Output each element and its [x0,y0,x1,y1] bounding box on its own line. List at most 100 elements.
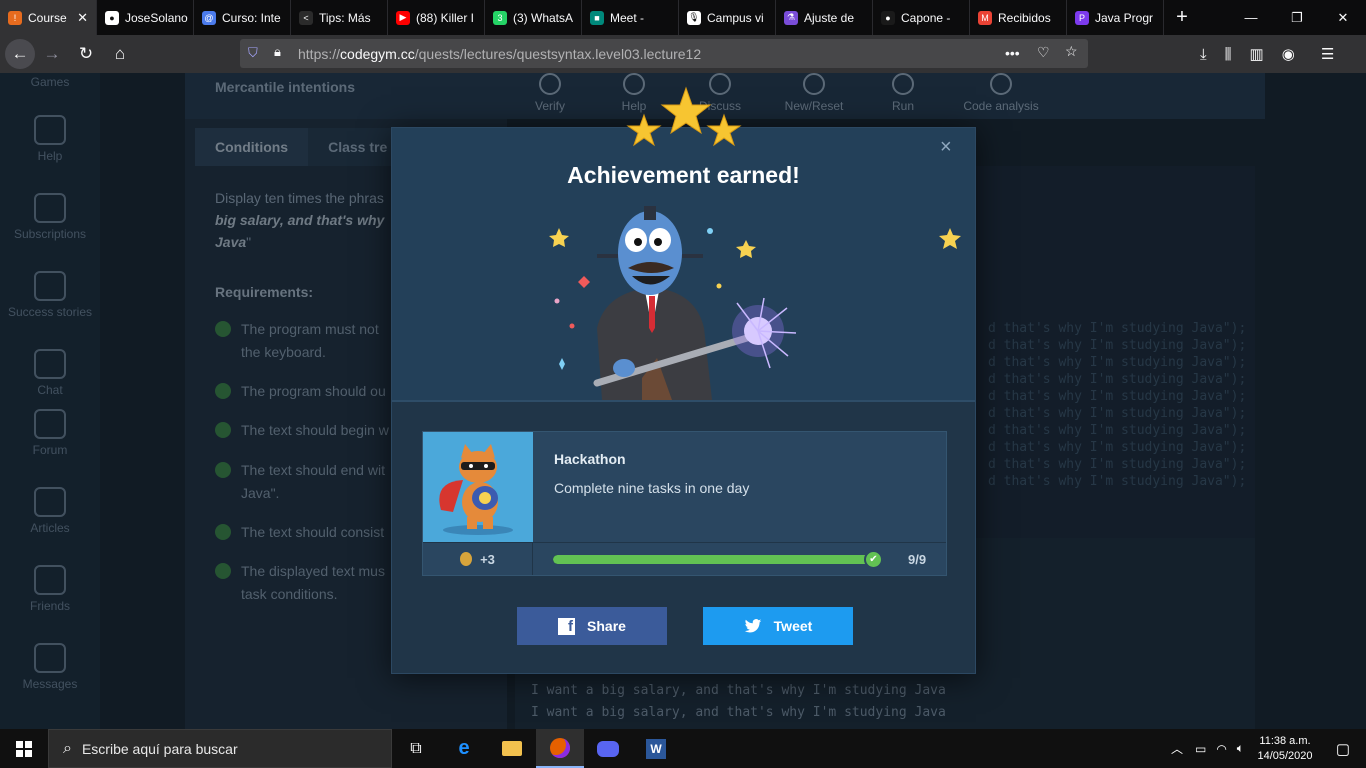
browser-tab[interactable]: ● JoseSolano [97,0,194,35]
twitter-bird-icon [744,618,761,633]
maximize-button[interactable]: ❐ [1274,0,1320,35]
tab-title: Tips: Más [319,10,371,25]
menu-icon[interactable]: ☰ [1321,45,1334,63]
tab-favicon-icon: @ [202,10,216,25]
browser-nav-bar: ← → ↻ ⌂ ⛉ 🔒︎ https://codegym.cc/quests/l… [0,35,1366,73]
cat-hero-illustration [439,444,513,535]
points-value: +3 [480,551,495,567]
tab-favicon-icon: < [299,10,313,25]
achievement-stars [626,86,742,147]
share-facebook-button[interactable]: f Share [517,607,667,645]
achievement-modal: × Achievement earned! Hackathon Complete… [391,127,976,674]
modal-title: Achievement earned! [567,162,800,188]
pocket-icon[interactable]: ♡ [1037,44,1050,61]
bookmark-star-icon[interactable]: ☆ [1065,43,1078,60]
taskbar-search[interactable]: ⌕ Escribe aquí para buscar [48,729,392,768]
browser-tab[interactable]: ● Capone - [873,0,970,35]
achievement-banner: × Achievement earned! [392,128,975,400]
tab-favicon-icon: ▶ [396,10,410,25]
tab-title: Capone - [901,10,951,25]
tweet-button[interactable]: Tweet [703,607,853,645]
share-label: Share [587,618,626,634]
facebook-icon: f [558,617,576,635]
windows-taskbar: ⌕ Escribe aquí para buscar ⧉ e W ︿ ▭ ◠ 🔈… [0,729,1366,768]
back-icon[interactable]: ← [5,39,35,69]
tab-title: Ajuste de [804,10,855,25]
lock-icon[interactable]: 🔒︎ [274,44,281,60]
achievement-name: Hackathon [554,451,626,467]
tab-title: (88) Killer I [416,10,475,25]
new-tab-button[interactable]: + [1164,6,1200,29]
close-tab-icon[interactable]: ✕ [77,10,88,26]
achievement-points: +3 [423,543,533,575]
wifi-icon[interactable]: ◠ [1216,742,1226,756]
minimize-button[interactable]: — [1228,0,1274,35]
clock[interactable]: 11:38 a.m. 14/05/2020 [1250,734,1320,764]
tab-favicon-icon: M [978,10,992,25]
tab-favicon-icon: ! [8,10,22,25]
tab-title: Curso: Inte [222,10,281,25]
reload-icon[interactable]: ↻ [69,37,103,71]
download-icon[interactable]: ⤓ [1200,46,1207,63]
progress-fill [553,555,883,564]
tab-favicon-icon: 3 [493,10,507,25]
browser-tab[interactable]: P Java Progr [1067,0,1164,35]
browser-tab[interactable]: ■ Meet - [582,0,679,35]
tab-title: (3) WhatsA [513,10,574,25]
tab-favicon-icon: ⚗ [784,10,798,25]
home-icon[interactable]: ⌂ [103,37,137,71]
volume-icon[interactable]: 🔈︎ [1237,741,1244,756]
browser-tab[interactable]: < Tips: Más [291,0,388,35]
url-bar[interactable]: ⛉ 🔒︎ https://codegym.cc/quests/lectures/… [240,39,1088,68]
system-tray: ︿ ▭ ◠ 🔈︎ 11:38 a.m. 14/05/2020 ▢ [1171,729,1366,768]
browser-tab[interactable]: @ Curso: Inte [194,0,291,35]
url-text: https://codegym.cc/quests/lectures/quest… [298,45,702,62]
browser-tab[interactable]: ▶ (88) Killer I [388,0,485,35]
account-icon[interactable]: ◉ [1282,45,1295,63]
file-explorer-icon[interactable] [488,729,536,768]
shield-icon[interactable]: ⛉ [248,45,258,61]
battery-icon[interactable]: ▭ [1195,742,1206,756]
achievement-image [423,432,533,542]
achievement-card: Hackathon Complete nine tasks in one day… [422,431,947,576]
tab-title: Campus vi [707,10,764,25]
library-icon[interactable]: ⫼ [1225,46,1232,63]
forward-icon[interactable]: → [35,37,69,71]
tab-title: Java Progr [1095,10,1154,25]
sidebar-toggle-icon[interactable]: ▥ [1250,45,1264,63]
tab-favicon-icon: ● [881,10,895,25]
browser-tab[interactable]: ⚗ Ajuste de [776,0,873,35]
medal-icon [460,552,473,566]
tab-favicon-icon: ● [105,10,119,25]
chevron-up-icon[interactable]: ︿ [1171,740,1183,757]
search-placeholder: Escribe aquí para buscar [81,740,238,757]
tweet-label: Tweet [773,618,813,634]
checkmark-icon: ✔ [864,550,883,569]
browser-tab[interactable]: 🎙 Campus vi [679,0,776,35]
tab-favicon-icon: P [1075,10,1089,25]
task-view-icon[interactable]: ⧉ [392,729,440,768]
page-actions-icon[interactable]: ••• [1005,45,1020,61]
toolbar-icons: ⤓ ⫼ ▥ ◉ ☰ [1200,35,1334,73]
discord-icon[interactable] [584,729,632,768]
firefox-icon[interactable] [536,729,584,768]
tab-title: Course [28,10,67,25]
tab-favicon-icon: 🎙 [687,10,701,25]
windows-start-icon[interactable] [0,729,48,768]
browser-tab[interactable]: ! Course ✕ [0,0,97,35]
tab-title: Recibidos [998,10,1051,25]
browser-tab[interactable]: 3 (3) WhatsA [485,0,582,35]
notification-icon[interactable]: ▢ [1320,740,1366,758]
close-modal-button[interactable]: × [940,136,952,159]
word-icon[interactable]: W [632,729,680,768]
close-window-button[interactable]: ✕ [1320,0,1366,35]
tab-title: Meet - [610,10,645,25]
browser-tab-bar: ! Course ✕ ● JoseSolano @ Curso: Inte < Tips: Má… [0,0,1366,35]
search-icon: ⌕ [63,739,72,757]
tab-title: JoseSolano [125,10,188,25]
progress-count: 9/9 [908,552,927,567]
divider [392,400,975,402]
edge-browser-icon[interactable]: e [440,729,488,768]
tab-favicon-icon: ■ [590,10,604,25]
browser-tab[interactable]: M Recibidos [970,0,1067,35]
